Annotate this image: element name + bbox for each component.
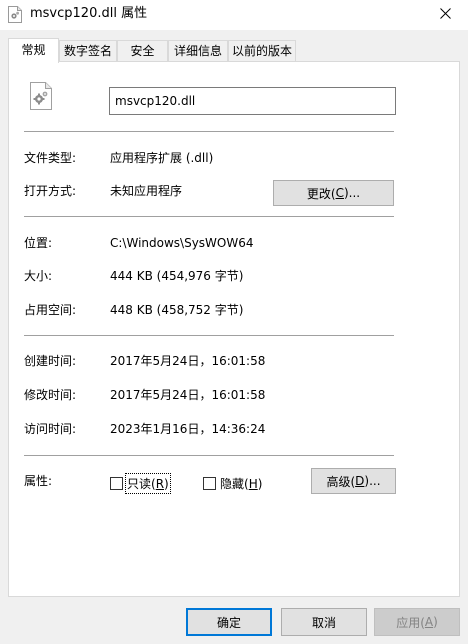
modified-value: 2017年5月24日，16:01:58 — [110, 388, 266, 402]
tab-details[interactable]: 详细信息 — [168, 40, 228, 62]
separator — [24, 131, 394, 132]
created-value: 2017年5月24日，16:01:58 — [110, 354, 266, 368]
title-bar[interactable]: msvcp120.dll 属性 — [0, 0, 468, 30]
tab-previous-versions[interactable]: 以前的版本 — [228, 40, 296, 62]
size-label: 大小: — [24, 269, 53, 283]
modified-label: 修改时间: — [24, 388, 77, 402]
readonly-checkbox-label: 只读(R) — [125, 473, 171, 494]
general-panel: 文件类型: 应用程序扩展 (.dll) 打开方式: 未知应用程序 更改(C)..… — [8, 61, 460, 597]
readonly-checkbox-box[interactable] — [110, 477, 123, 490]
size-value: 444 KB (454,976 字节) — [110, 269, 244, 283]
close-icon — [439, 8, 451, 22]
tab-security[interactable]: 安全 — [117, 40, 168, 62]
created-label: 创建时间: — [24, 354, 77, 368]
attributes-label: 属性: — [24, 474, 53, 488]
readonly-checkbox[interactable]: 只读(R) — [110, 473, 171, 494]
dll-file-icon — [8, 6, 22, 23]
properties-window: msvcp120.dll 属性 常规 数字签名 安全 详细信息 以前的版本 ms… — [0, 0, 468, 644]
hidden-checkbox[interactable]: 隐藏(H) — [203, 475, 262, 492]
ok-button[interactable]: 确定 — [186, 608, 272, 636]
opens-with-label: 打开方式: — [24, 184, 77, 198]
file-type-label: 文件类型: — [24, 151, 77, 165]
hidden-checkbox-label: 隐藏(H) — [220, 477, 263, 491]
separator — [24, 455, 394, 456]
accessed-label: 访问时间: — [24, 422, 77, 436]
separator — [24, 335, 394, 336]
cancel-button[interactable]: 取消 — [281, 608, 367, 636]
window-title: msvcp120.dll 属性 — [30, 6, 148, 21]
hidden-checkbox-box[interactable] — [203, 477, 216, 490]
separator — [24, 216, 394, 217]
tab-digital-signatures[interactable]: 数字签名 — [59, 40, 117, 62]
opens-with-value: 未知应用程序 — [110, 184, 183, 198]
size-on-disk-value: 448 KB (458,752 字节) — [110, 303, 244, 317]
dll-settings-file-icon — [30, 82, 52, 110]
file-name-input[interactable] — [109, 87, 396, 115]
advanced-button[interactable]: 高级(D)... — [311, 468, 396, 494]
close-button[interactable] — [422, 0, 468, 30]
file-type-value: 应用程序扩展 (.dll) — [110, 151, 214, 165]
change-button[interactable]: 更改(C)... — [273, 180, 394, 206]
accessed-value: 2023年1月16日，14:36:24 — [110, 422, 266, 436]
tab-general[interactable]: 常规 — [8, 38, 59, 63]
size-on-disk-label: 占用空间: — [24, 303, 77, 317]
location-label: 位置: — [24, 236, 53, 250]
apply-button[interactable]: 应用(A) — [374, 608, 460, 636]
location-value: C:\Windows\SysWOW64 — [110, 236, 254, 250]
